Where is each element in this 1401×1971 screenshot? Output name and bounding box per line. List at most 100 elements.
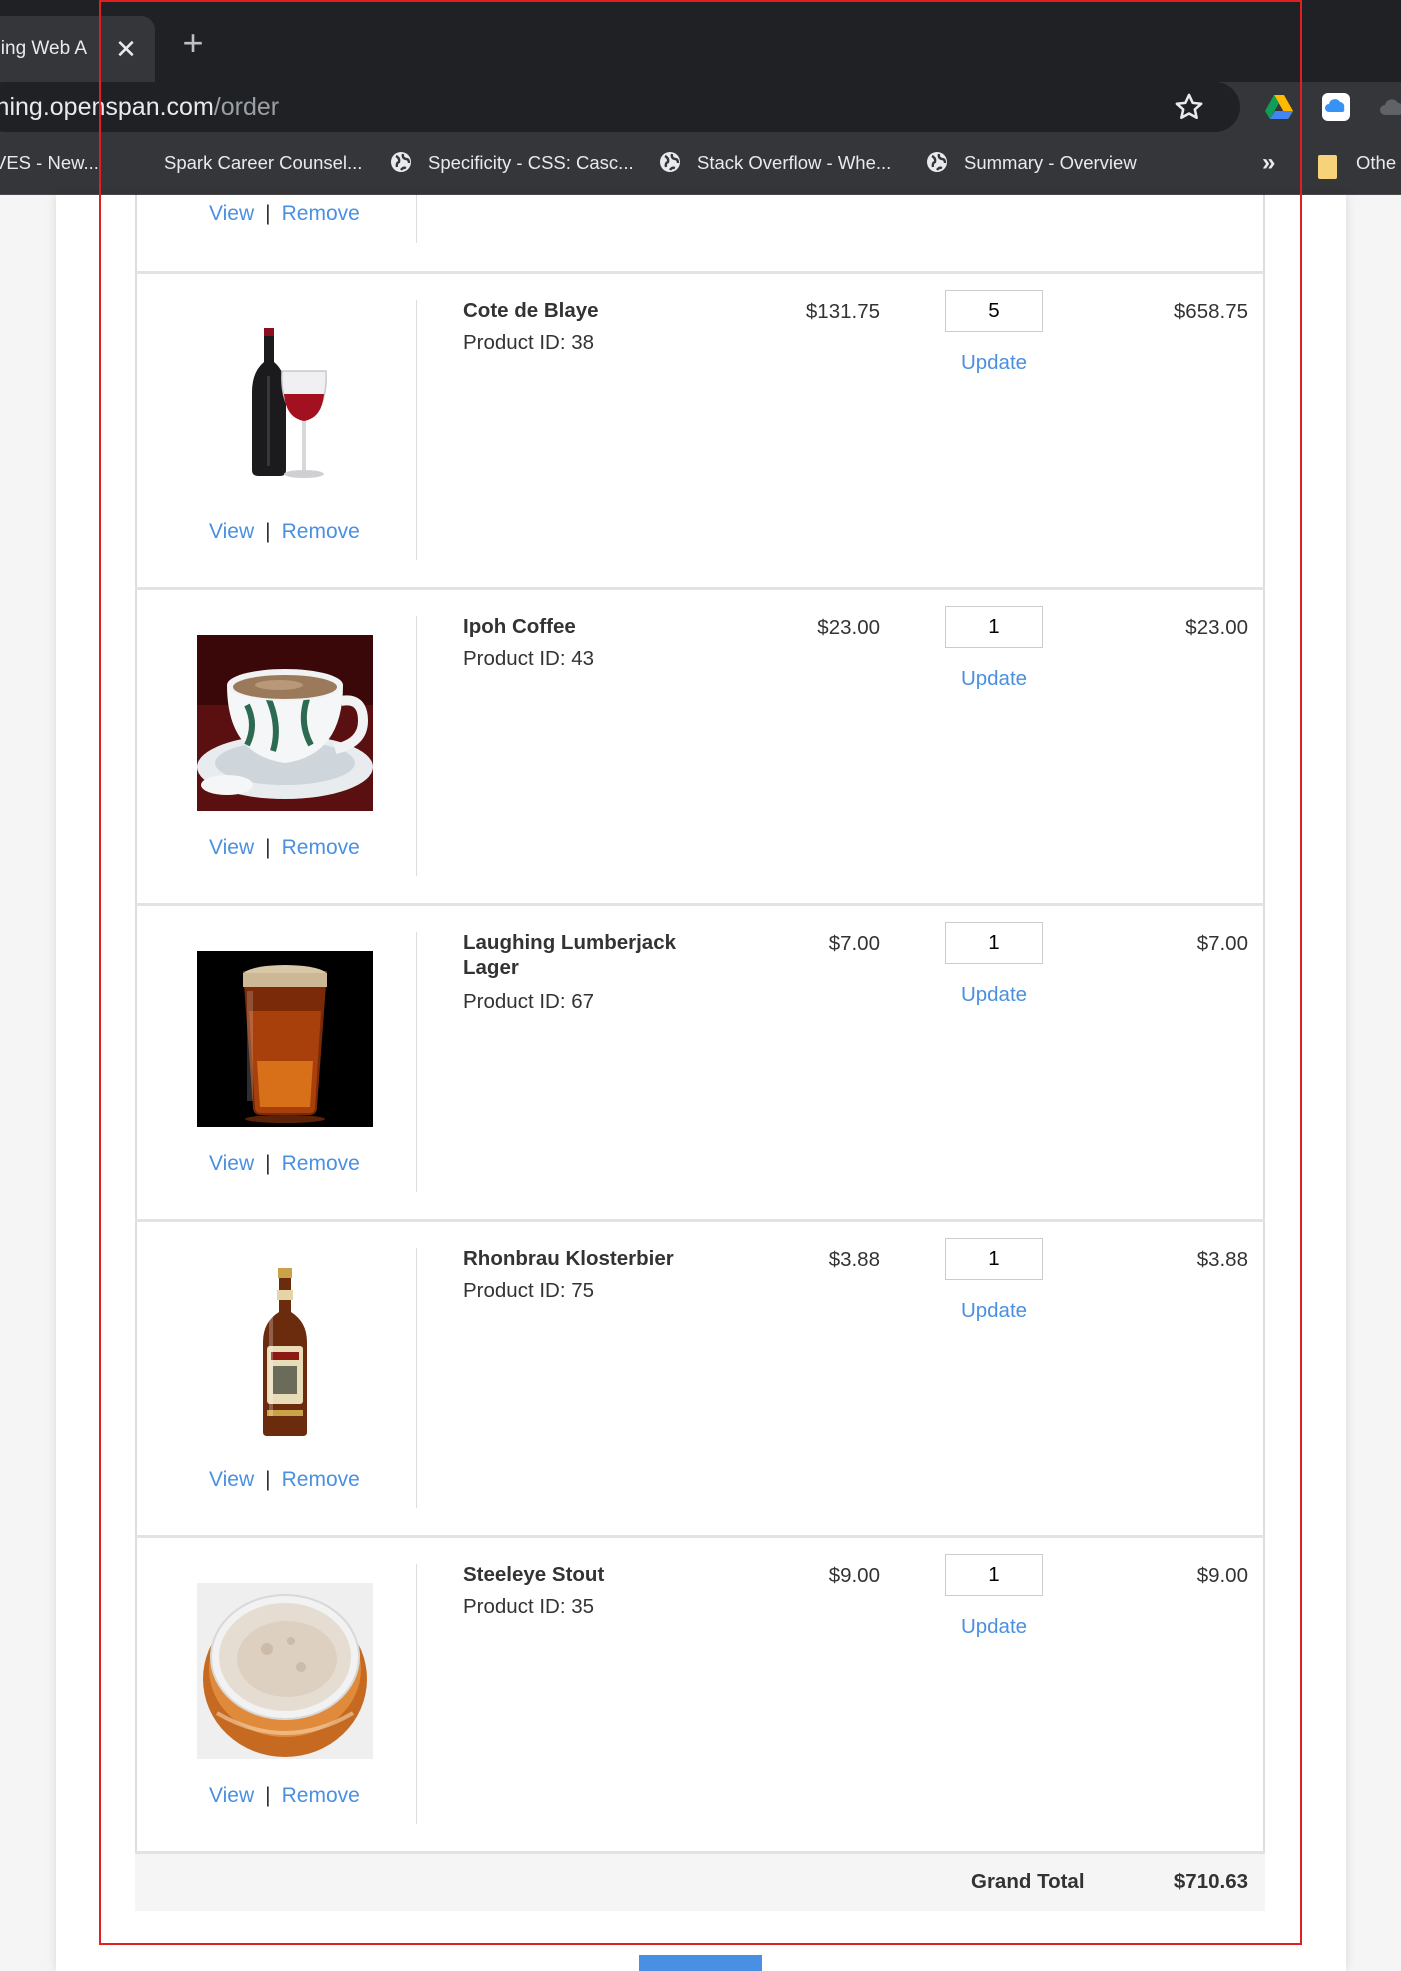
product-image-beer-bottle [197, 1264, 373, 1440]
table-row: View | Remove Rhonbrau Klosterbier Product… [135, 1219, 1265, 1535]
product-image-wine [197, 316, 373, 492]
product-name: Ipoh Coffee [463, 615, 576, 638]
remove-link[interactable]: Remove [282, 1152, 360, 1175]
url-text: ining.openspan.com/order [0, 92, 289, 122]
update-link[interactable]: Update [945, 1613, 1043, 1641]
link-separator: | [265, 836, 271, 859]
bookmark-item[interactable]: Specificity - CSS: Casc... [390, 146, 634, 180]
row-actions: View | Remove [209, 517, 360, 547]
column-divider [416, 1248, 417, 1508]
address-bar[interactable]: ining.openspan.com/order [0, 82, 1240, 132]
bookmark-item[interactable]: Summary - Overview [926, 146, 1137, 180]
globe-icon [391, 152, 411, 173]
table-row: View | Remove Laughing Lumberjack Lager Pr… [135, 903, 1265, 1219]
bookmark-item[interactable]: Spark Career Counsel... [164, 146, 362, 180]
product-name: Steeleye Stout [463, 1563, 605, 1586]
row-actions: View | Remove [209, 833, 360, 863]
product-id: Product ID: 43 [463, 647, 595, 670]
row-actions: View | Remove [209, 199, 360, 229]
grand-total-value: $710.63 [1173, 1870, 1248, 1893]
cloud-extension-icon[interactable] [1377, 91, 1401, 123]
view-link[interactable]: View [209, 1152, 254, 1175]
grand-total-row: Grand Total $710.63 [135, 1851, 1265, 1911]
url-host: ining.openspan.com [0, 93, 214, 121]
remove-link[interactable]: Remove [282, 520, 360, 543]
update-link[interactable]: Update [945, 349, 1043, 377]
product-name: Rhonbrau Klosterbier [463, 1247, 674, 1270]
browser-toolbar: ining.openspan.com/order [0, 82, 1401, 132]
product-image-coffee [197, 635, 373, 811]
link-separator: | [265, 1152, 271, 1175]
quantity-input[interactable] [945, 1238, 1043, 1280]
product-name: Cote de Blaye [463, 299, 599, 322]
view-link[interactable]: View [209, 836, 254, 859]
google-drive-icon[interactable] [1263, 91, 1295, 123]
column-divider [416, 300, 417, 560]
link-separator: | [265, 1784, 271, 1807]
update-link[interactable]: Update [945, 1297, 1043, 1325]
remove-link[interactable]: Remove [282, 202, 360, 225]
browser-tab-active[interactable]: ining Web A ✕ [0, 16, 155, 82]
link-separator: | [265, 202, 271, 225]
unit-price: $7.00 [828, 932, 880, 955]
product-id: Product ID: 35 [463, 1595, 595, 1618]
view-link[interactable]: View [209, 202, 254, 225]
line-total: $3.88 [1196, 1248, 1248, 1271]
column-divider [416, 616, 417, 876]
globe-icon [927, 152, 947, 173]
view-link[interactable]: View [209, 1468, 254, 1491]
unit-price: $131.75 [805, 300, 880, 323]
icloud-icon[interactable] [1320, 91, 1352, 123]
product-id: Product ID: 75 [463, 1279, 595, 1302]
view-link[interactable]: View [209, 520, 254, 543]
globe-icon [660, 152, 680, 173]
product-name: Laughing Lumberjack Lager [463, 931, 676, 979]
remove-link[interactable]: Remove [282, 1784, 360, 1807]
new-tab-icon[interactable]: + [178, 25, 208, 61]
table-row: View | Remove Cote de Blaye Product ID: 38… [135, 271, 1265, 587]
line-total: $9.00 [1196, 1564, 1248, 1587]
column-divider [416, 195, 417, 243]
table-row: View | Remove Ipoh Coffee Product ID: 43 $… [135, 587, 1265, 903]
quantity-input[interactable] [945, 290, 1043, 332]
link-separator: | [265, 520, 271, 543]
remove-link[interactable]: Remove [282, 1468, 360, 1491]
url-path: /order [213, 93, 280, 121]
product-image-stout [197, 1583, 373, 1759]
column-divider [416, 932, 417, 1192]
line-total: $7.00 [1196, 932, 1248, 955]
line-total: $23.00 [1185, 616, 1248, 639]
quantity-input[interactable] [945, 922, 1043, 964]
quantity-input[interactable] [945, 1554, 1043, 1596]
view-link[interactable]: View [209, 1784, 254, 1807]
bookmarks-bar: VES - New... Spark Career Counsel... Spe… [0, 132, 1401, 195]
table-row: View | Remove [135, 195, 1265, 271]
other-bookmarks[interactable]: Othe [1356, 146, 1396, 180]
unit-price: $23.00 [817, 616, 880, 639]
line-total: $658.75 [1173, 300, 1248, 323]
unit-price: $9.00 [828, 1564, 880, 1587]
quantity-input[interactable] [945, 606, 1043, 648]
update-link[interactable]: Update [945, 981, 1043, 1009]
link-separator: | [265, 1468, 271, 1491]
column-divider [416, 1564, 417, 1824]
tab-title: ining Web A [0, 38, 88, 59]
table-row: View | Remove Steeleye Stout Product ID: 3… [135, 1535, 1265, 1851]
row-actions: View | Remove [209, 1149, 360, 1179]
product-id: Product ID: 38 [463, 331, 595, 354]
bookmarks-overflow-icon[interactable]: » [1262, 146, 1275, 180]
close-tab-icon[interactable]: ✕ [112, 35, 140, 63]
remove-link[interactable]: Remove [282, 836, 360, 859]
row-actions: View | Remove [209, 1465, 360, 1495]
update-link[interactable]: Update [945, 665, 1043, 693]
bookmark-folder-icon [1318, 155, 1337, 179]
product-id: Product ID: 67 [463, 990, 595, 1013]
bookmark-item[interactable]: VES - New... [0, 146, 99, 180]
row-actions: View | Remove [209, 1781, 360, 1811]
checkout-button[interactable] [639, 1955, 762, 1971]
grand-total-label: Grand Total [971, 1870, 1085, 1893]
bookmarks-divider [1300, 154, 1301, 174]
bookmark-item[interactable]: Stack Overflow - Whe... [659, 146, 891, 180]
bookmark-star-icon[interactable] [1172, 90, 1206, 124]
product-image-lager [197, 951, 373, 1127]
